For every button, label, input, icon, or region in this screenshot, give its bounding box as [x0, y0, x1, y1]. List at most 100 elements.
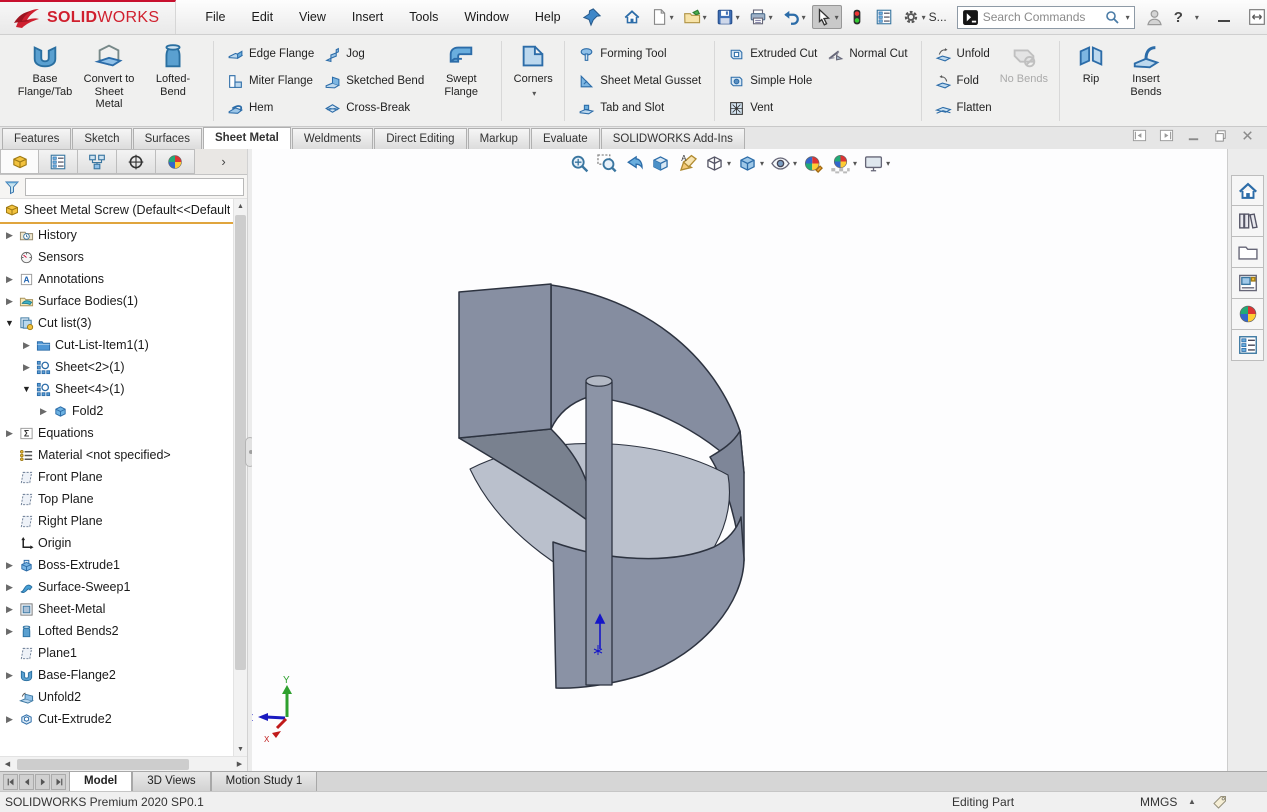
dropdown-arrow-icon[interactable]: ▾ — [802, 13, 806, 22]
pin-icon[interactable] — [582, 7, 602, 27]
user-icon[interactable] — [1145, 8, 1164, 27]
taskpane-custom-properties-button[interactable] — [1231, 330, 1264, 361]
menu-view[interactable]: View — [286, 0, 339, 35]
expand-arrow-icon[interactable]: ▶ — [4, 670, 15, 681]
tree-item-unfold2[interactable]: Unfold2 — [0, 686, 233, 708]
undo-button[interactable]: ▾ — [779, 5, 809, 29]
tree-root-item[interactable]: Sheet Metal Screw (Default<<Default — [0, 199, 233, 221]
tree-vertical-scrollbar[interactable]: ▲ ▼ — [233, 199, 247, 756]
help-dropdown-icon[interactable]: ▾ — [1195, 13, 1199, 22]
last-tab-button[interactable] — [51, 774, 66, 790]
zoom-to-area-button[interactable] — [595, 152, 618, 175]
tab-features[interactable]: Features — [2, 128, 71, 149]
tree-item-cut-list-item1-1[interactable]: ▶Cut-List-Item1(1) — [0, 334, 233, 356]
expand-arrow-icon[interactable]: ▶ — [21, 340, 32, 351]
ribbon-button-cross-break[interactable]: Cross-Break — [319, 95, 429, 121]
scroll-up-icon[interactable]: ▲ — [234, 199, 247, 213]
taskpane-view-palette-button[interactable] — [1231, 268, 1264, 299]
tab-solidworks-add-ins[interactable]: SOLIDWORKS Add-Ins — [601, 128, 745, 149]
tree-filter-input[interactable] — [25, 178, 244, 196]
print-button[interactable]: ▾ — [746, 5, 776, 29]
select-cursor-button[interactable]: ▾ — [812, 5, 842, 29]
model-3d[interactable]: Y Z X — [252, 149, 1227, 771]
menu-edit[interactable]: Edit — [239, 0, 287, 35]
tab-direct-editing[interactable]: Direct Editing — [374, 128, 466, 149]
collapse-arrow-icon[interactable]: ▼ — [21, 384, 32, 394]
filter-funnel-icon[interactable] — [4, 179, 20, 195]
ribbon-button-fold[interactable]: Fold — [930, 68, 997, 94]
ribbon-button-corners[interactable]: Corners▾ — [510, 38, 556, 124]
dropdown-arrow-icon[interactable]: ▾ — [853, 159, 857, 168]
dropdown-arrow-icon[interactable]: ▾ — [922, 13, 926, 22]
dropdown-arrow-icon[interactable]: ▾ — [793, 159, 797, 168]
ribbon-button-normal-cut[interactable]: Normal Cut — [822, 41, 912, 67]
next-doc-button[interactable] — [1159, 128, 1174, 146]
scroll-down-icon[interactable]: ▼ — [234, 742, 247, 756]
ribbon-button-swept-flange[interactable]: Swept Flange — [429, 38, 493, 124]
dropdown-arrow-icon[interactable]: ▾ — [670, 13, 674, 22]
dropdown-arrow-icon[interactable]: ▾ — [703, 13, 707, 22]
tree-item-annotations[interactable]: ▶AAnnotations — [0, 268, 233, 290]
annotation-views-button[interactable]: A — [676, 152, 699, 175]
expand-arrow-icon[interactable]: ▶ — [38, 406, 49, 417]
tree-item-sheet-2-1[interactable]: ▶Sheet<2>(1) — [0, 356, 233, 378]
ribbon-button-hem[interactable]: Hem — [222, 95, 319, 121]
dropdown-arrow-icon[interactable]: ▾ — [532, 88, 536, 101]
tree-item-top-plane[interactable]: Top Plane — [0, 488, 233, 510]
restore-frame-button[interactable] — [1248, 8, 1266, 26]
ribbon-button-sketched-bend[interactable]: Sketched Bend — [319, 68, 429, 94]
ribbon-button-vent[interactable]: Vent — [723, 95, 822, 121]
help-button[interactable]: ? — [1174, 9, 1183, 26]
rebuild-traffic-light-button[interactable] — [845, 5, 869, 29]
ribbon-button-edge-flange[interactable]: Edge Flange — [222, 41, 319, 67]
view-orientation-button[interactable]: ▾ — [703, 152, 732, 175]
ribbon-button-tab-and-slot[interactable]: Tab and Slot — [573, 95, 706, 121]
ribbon-button-simple-hole[interactable]: Simple Hole — [723, 68, 822, 94]
search-dropdown-icon[interactable]: ▾ — [1126, 13, 1130, 22]
ribbon-button-sheet-metal-gusset[interactable]: Sheet Metal Gusset — [573, 68, 706, 94]
tree-item-base-flange2[interactable]: ▶Base-Flange2 — [0, 664, 233, 686]
ribbon-button-unfold[interactable]: Unfold — [930, 41, 997, 67]
ribbon-button-rip[interactable]: Rip — [1068, 38, 1114, 124]
tree-item-surface-bodies-1[interactable]: ▶Surface Bodies(1) — [0, 290, 233, 312]
expand-arrow-icon[interactable]: ▶ — [4, 582, 15, 593]
expand-arrow-icon[interactable]: ▶ — [4, 714, 15, 725]
tree-item-cut-extrude2[interactable]: ▶Cut-Extrude2 — [0, 708, 233, 730]
tab-evaluate[interactable]: Evaluate — [531, 128, 600, 149]
expand-arrow-icon[interactable]: ▶ — [4, 296, 15, 307]
taskpane-file-explorer-button[interactable] — [1231, 237, 1264, 268]
ribbon-button-lofted-bend[interactable]: Lofted-Bend — [141, 38, 205, 124]
zoom-to-fit-button[interactable] — [568, 152, 591, 175]
expand-arrow-icon[interactable]: ▶ — [4, 274, 15, 285]
expand-arrow-icon[interactable]: ▶ — [4, 604, 15, 615]
tab-sheet-metal[interactable]: Sheet Metal — [203, 127, 291, 149]
tab-weldments[interactable]: Weldments — [292, 128, 373, 149]
ribbon-button-forming-tool[interactable]: Forming Tool — [573, 41, 706, 67]
expand-arrow-icon[interactable]: ▶ — [4, 626, 15, 637]
ribbon-button-convert-to-sheet-metal[interactable]: Convert to Sheet Metal — [77, 38, 141, 124]
tree-item-lofted-bends2[interactable]: ▶Lofted Bends2 — [0, 620, 233, 642]
hide-show-items-button[interactable]: ▾ — [769, 152, 798, 175]
tab-surfaces[interactable]: Surfaces — [133, 128, 202, 149]
expand-arrow-icon[interactable]: ▶ — [4, 230, 15, 241]
next-tab-button[interactable] — [35, 774, 50, 790]
doc-restore-button[interactable] — [1213, 128, 1228, 146]
tab-markup[interactable]: Markup — [468, 128, 530, 149]
expand-arrow-icon[interactable]: ▶ — [4, 428, 15, 439]
panel-expand-arrow[interactable]: › — [195, 149, 252, 174]
dropdown-arrow-icon[interactable]: ▾ — [835, 13, 839, 22]
dropdown-arrow-icon[interactable]: ▾ — [769, 13, 773, 22]
doc-tab-model[interactable]: Model — [69, 771, 132, 791]
doc-minimize-button[interactable] — [1186, 128, 1201, 146]
tree-item-fold2[interactable]: ▶Fold2 — [0, 400, 233, 422]
propertymanager-tab[interactable] — [39, 149, 78, 174]
taskpane-design-library-button[interactable] — [1231, 206, 1264, 237]
minimize-button[interactable] — [1215, 8, 1233, 26]
tree-item-plane1[interactable]: Plane1 — [0, 642, 233, 664]
ribbon-button-insert-bends[interactable]: Insert Bends — [1114, 38, 1178, 124]
prev-tab-button[interactable] — [19, 774, 34, 790]
tree-item-surface-sweep1[interactable]: ▶Surface-Sweep1 — [0, 576, 233, 598]
section-view-button[interactable] — [649, 152, 672, 175]
ribbon-button-jog[interactable]: Jog — [319, 41, 429, 67]
home-button[interactable] — [620, 5, 644, 29]
